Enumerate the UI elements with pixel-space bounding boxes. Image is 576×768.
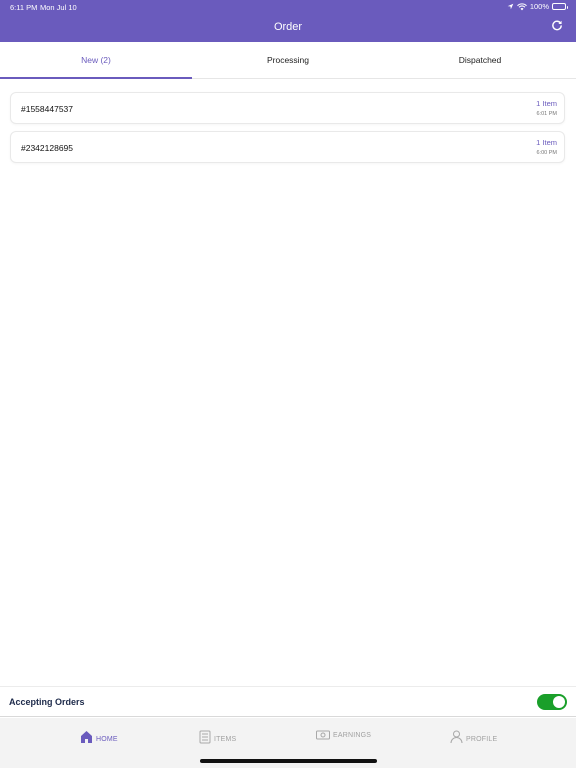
home-icon: [81, 731, 92, 743]
battery-icon: [552, 3, 568, 10]
order-item-count: 1 Item: [536, 138, 557, 147]
accepting-orders-label: Accepting Orders: [9, 697, 85, 707]
tabbar-home[interactable]: HOME: [80, 730, 118, 744]
accepting-orders-row: Accepting Orders: [0, 686, 576, 717]
order-tabs: New (2) Processing Dispatched: [0, 42, 576, 79]
status-date: Mon Jul 10: [40, 3, 77, 12]
tab-dispatched[interactable]: Dispatched: [384, 42, 576, 78]
status-time: 6:11 PM: [10, 3, 38, 12]
tabbar-items[interactable]: ITEMS: [199, 730, 236, 744]
battery-percent: 100%: [529, 2, 549, 11]
wifi-icon: [516, 2, 527, 10]
status-indicators: 100%: [507, 2, 568, 11]
order-card[interactable]: #1558447537 1 Item 6:01 PM: [10, 92, 565, 124]
tabbar-home-label: HOME: [96, 736, 118, 743]
home-indicator: [200, 759, 377, 763]
order-id: #2342128695: [21, 143, 74, 153]
order-time: 6:01 PM: [536, 111, 557, 117]
tab-processing[interactable]: Processing: [192, 42, 384, 78]
location-icon: [507, 3, 514, 10]
tabbar-earnings[interactable]: EARNINGS: [316, 730, 371, 740]
page-title: Order: [273, 21, 303, 33]
items-icon: [199, 730, 211, 744]
order-card[interactable]: #2342128695 1 Item 6:00 PM: [10, 131, 565, 163]
tabbar-items-label: ITEMS: [214, 736, 237, 743]
order-item-count: 1 Item: [536, 99, 557, 108]
refresh-icon[interactable]: [551, 20, 563, 32]
tabbar-profile[interactable]: PROFILE: [450, 730, 497, 744]
earnings-icon: [316, 730, 330, 740]
order-list: #1558447537 1 Item 6:01 PM #2342128695 1…: [10, 92, 565, 170]
order-time: 6:00 PM: [536, 150, 557, 156]
accepting-orders-toggle[interactable]: [537, 694, 567, 710]
profile-icon: [450, 730, 463, 744]
toggle-knob: [553, 696, 565, 708]
order-id: #1558447537: [21, 104, 74, 114]
app-header: 6:11 PM Mon Jul 10 100% Order: [0, 0, 576, 42]
tabbar-earnings-label: EARNINGS: [333, 732, 372, 739]
tab-new[interactable]: New (2): [0, 42, 192, 79]
status-bar: 6:11 PM Mon Jul 10 100%: [0, 0, 576, 14]
tabbar-profile-label: PROFILE: [466, 736, 498, 743]
